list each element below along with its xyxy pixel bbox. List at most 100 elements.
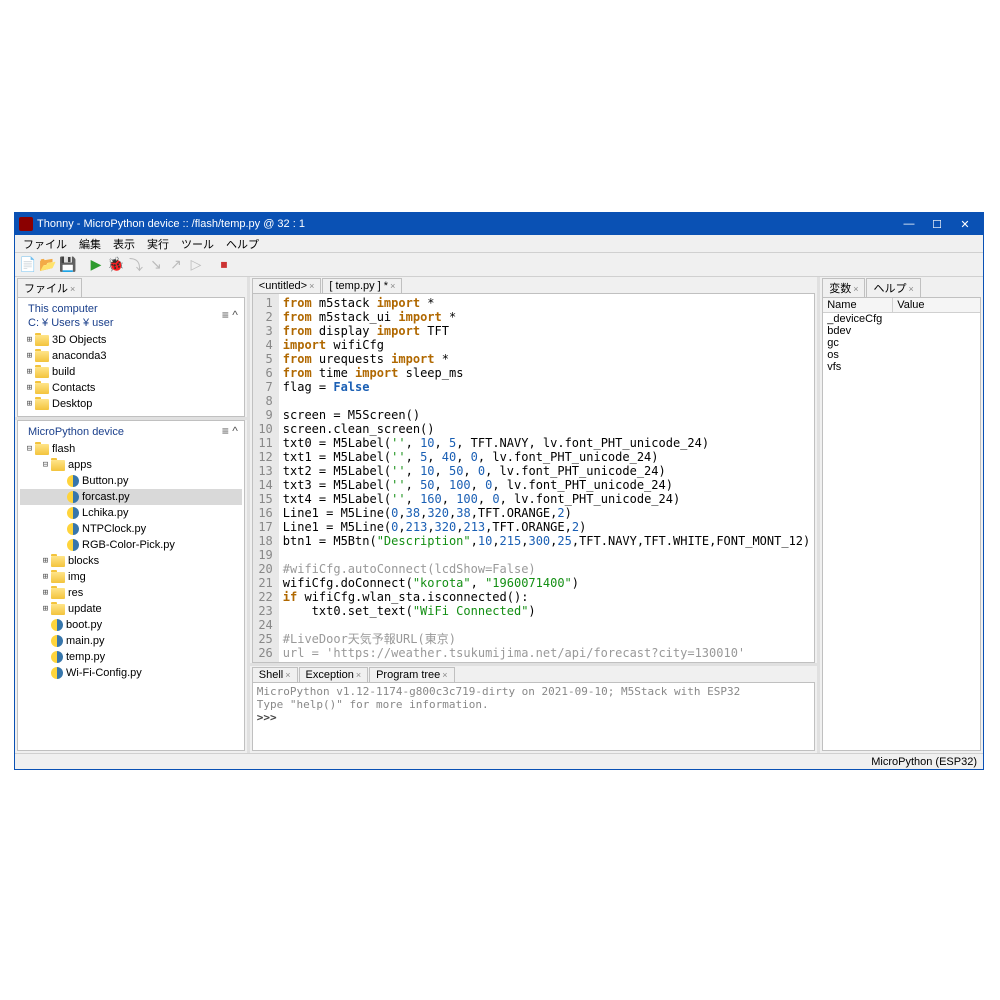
tree-item[interactable]: ⊟flash [20, 441, 242, 457]
expand-icon[interactable]: ⊞ [24, 367, 35, 377]
resume-icon[interactable]: ▷ [187, 256, 205, 274]
expand-icon[interactable]: ⊟ [40, 460, 51, 470]
tree-label: main.py [66, 635, 105, 647]
expand-icon[interactable]: ⊞ [40, 572, 51, 582]
close-icon[interactable]: × [908, 284, 913, 294]
interpreter-label[interactable]: MicroPython (ESP32) [871, 756, 977, 768]
expand-icon[interactable]: ⊞ [40, 604, 51, 614]
local-file-tree: ⊞3D Objects⊞anaconda3⊞build⊞Contacts⊞Des… [20, 330, 242, 414]
tree-item[interactable]: ⊟apps [20, 457, 242, 473]
close-icon[interactable]: × [853, 284, 858, 294]
menu-icon[interactable]: ≡ [222, 424, 229, 438]
folder-icon [51, 588, 65, 599]
expand-icon[interactable]: ⊞ [24, 383, 35, 393]
tree-label: res [68, 587, 83, 599]
expand-icon[interactable]: ⊞ [24, 399, 35, 409]
expand-icon[interactable]: ⊞ [40, 588, 51, 598]
tree-label: Button.py [82, 475, 128, 487]
close-icon[interactable]: × [442, 670, 447, 680]
right-tab[interactable]: ヘルプ× [866, 278, 920, 297]
new-file-icon[interactable]: 📄 [19, 256, 37, 274]
tree-item[interactable]: ⊞Desktop [20, 396, 242, 412]
tree-item[interactable]: NTPClock.py [20, 521, 242, 537]
editor-tab[interactable]: <untitled>× [252, 278, 322, 293]
variables-panel: 変数×ヘルプ× NameValue _deviceCfgbdevgcosvfs [820, 277, 983, 753]
step-into-icon[interactable]: ↘ [147, 256, 165, 274]
maximize-button[interactable]: ☐ [923, 214, 951, 234]
tree-label: Contacts [52, 382, 95, 394]
this-computer-label[interactable]: This computer [24, 301, 118, 315]
tree-item[interactable]: ⊞update [20, 601, 242, 617]
right-tab[interactable]: 変数× [822, 278, 865, 297]
tree-item[interactable]: boot.py [20, 617, 242, 633]
tree-item[interactable]: ⊞ res [20, 585, 242, 601]
tree-item[interactable]: ⊞img [20, 569, 242, 585]
code-area[interactable]: from m5stack import *from m5stack_ui imp… [279, 294, 814, 662]
close-icon[interactable]: × [356, 670, 361, 680]
tree-item[interactable]: ⊞3D Objects [20, 332, 242, 348]
variable-row[interactable]: os [823, 349, 980, 361]
tree-item[interactable]: ⊞build [20, 364, 242, 380]
step-out-icon[interactable]: ↗ [167, 256, 185, 274]
open-file-icon[interactable]: 📂 [39, 256, 57, 274]
col-value[interactable]: Value [893, 298, 980, 312]
expand-icon[interactable]: ⊞ [24, 351, 35, 361]
menu-ファイル[interactable]: ファイル [19, 236, 71, 252]
tree-item[interactable]: ⊞ Contacts [20, 380, 242, 396]
save-icon[interactable]: 💾 [59, 256, 77, 274]
chevron-up-icon[interactable]: ^ [232, 308, 238, 322]
menu-ツール[interactable]: ツール [177, 236, 218, 252]
col-name[interactable]: Name [823, 298, 893, 312]
editor-tab[interactable]: [ temp.py ] *× [322, 278, 402, 293]
stop-icon[interactable]: ⏹ [215, 256, 233, 274]
close-icon[interactable]: × [309, 281, 314, 291]
expand-icon[interactable]: ⊞ [24, 335, 35, 345]
debug-icon[interactable]: 🐞 [107, 256, 125, 274]
menu-実行[interactable]: 実行 [143, 236, 173, 252]
run-icon[interactable]: ▶ [87, 256, 105, 274]
shell-tab[interactable]: Shell× [252, 667, 298, 682]
close-icon[interactable]: × [390, 281, 395, 291]
menu-編集[interactable]: 編集 [75, 236, 105, 252]
tree-item[interactable]: Lchika.py [20, 505, 242, 521]
variable-row[interactable]: bdev [823, 325, 980, 337]
minimize-button[interactable]: — [895, 214, 923, 234]
status-bar: MicroPython (ESP32) [15, 753, 983, 769]
tree-label: boot.py [66, 619, 102, 631]
variable-row[interactable]: vfs [823, 361, 980, 373]
variable-row[interactable]: gc [823, 337, 980, 349]
shell-tab[interactable]: Program tree× [369, 667, 454, 682]
app-window: Thonny - MicroPython device :: /flash/te… [14, 212, 984, 770]
tree-item[interactable]: temp.py [20, 649, 242, 665]
expand-icon[interactable]: ⊟ [24, 444, 35, 454]
tree-item[interactable]: Wi-Fi-Config.py [20, 665, 242, 681]
shell-output[interactable]: MicroPython v1.12-1174-g800c3c719-dirty … [252, 682, 815, 751]
python-icon [67, 523, 79, 535]
tree-item[interactable]: Button.py [20, 473, 242, 489]
close-icon[interactable]: × [70, 284, 75, 294]
menu-表示[interactable]: 表示 [109, 236, 139, 252]
tree-item[interactable]: ⊞blocks [20, 553, 242, 569]
right-tabs: 変数×ヘルプ× [820, 277, 983, 297]
folder-icon [35, 335, 49, 346]
chevron-up-icon[interactable]: ^ [232, 424, 238, 438]
titlebar[interactable]: Thonny - MicroPython device :: /flash/te… [15, 213, 983, 235]
python-icon [67, 539, 79, 551]
tree-item[interactable]: ⊞anaconda3 [20, 348, 242, 364]
close-button[interactable]: ✕ [951, 214, 979, 234]
menu-ヘルプ[interactable]: ヘルプ [222, 236, 263, 252]
tree-label: Wi-Fi-Config.py [66, 667, 142, 679]
variable-row[interactable]: _deviceCfg [823, 313, 980, 325]
python-icon [51, 651, 63, 663]
close-icon[interactable]: × [285, 670, 290, 680]
shell-tab[interactable]: Exception× [299, 667, 369, 682]
tree-item[interactable]: RGB-Color-Pick.py [20, 537, 242, 553]
menu-icon[interactable]: ≡ [222, 308, 229, 322]
tree-item[interactable]: forcast.py [20, 489, 242, 505]
device-label[interactable]: MicroPython device [24, 424, 128, 438]
tree-item[interactable]: main.py [20, 633, 242, 649]
tab-files[interactable]: ファイル× [17, 278, 82, 297]
code-editor[interactable]: 1234567891011121314151617181920212223242… [252, 293, 815, 663]
expand-icon[interactable]: ⊞ [40, 556, 51, 566]
step-over-icon[interactable]: ⤵ [127, 256, 145, 274]
